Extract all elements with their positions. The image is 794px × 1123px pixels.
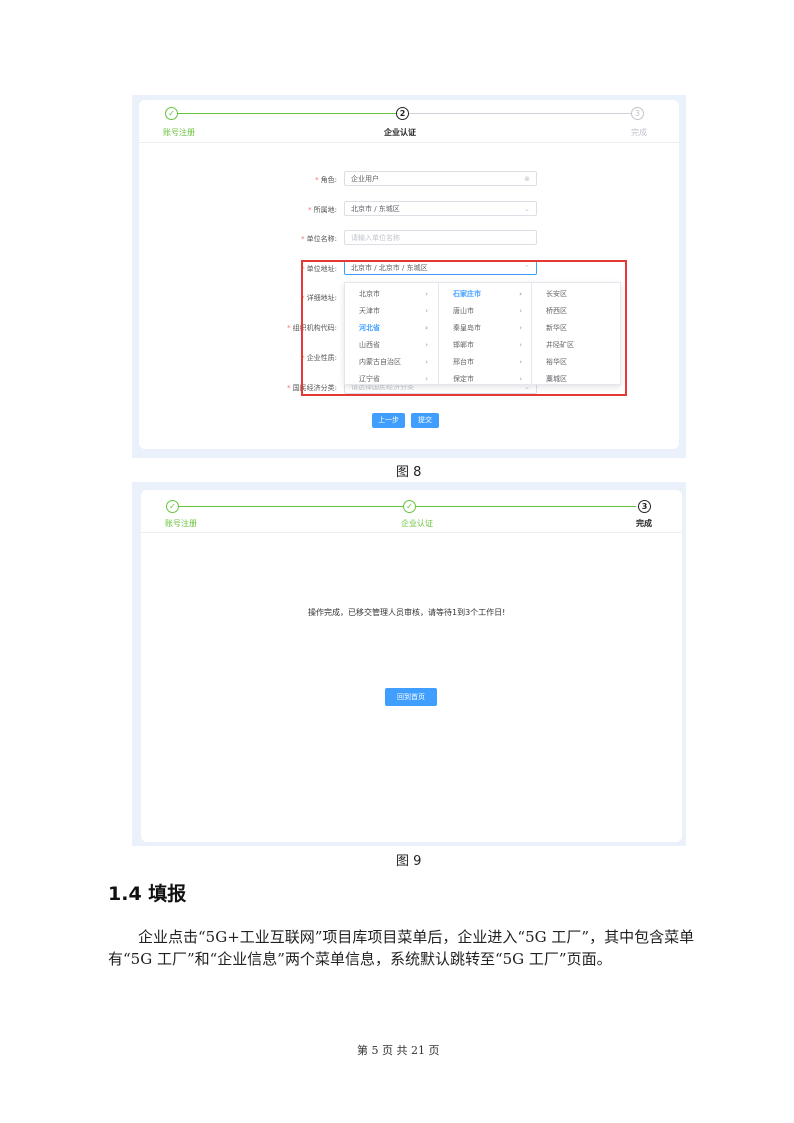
step-3-label: 完成 xyxy=(631,128,647,137)
step-line-2 xyxy=(416,506,636,507)
chevron-down-icon: ⌄ xyxy=(524,205,530,213)
step-2-number: 2 xyxy=(396,107,409,120)
step-1-check-icon: ✓ xyxy=(166,500,179,513)
section-paragraph: 企业点击“5G+工业互联网”项目库项目菜单后，企业进入“5G 工厂”，其中包含菜… xyxy=(108,928,695,968)
step-3-number: 3 xyxy=(638,500,651,513)
step-2-check-icon: ✓ xyxy=(403,500,416,513)
header-divider xyxy=(139,142,679,143)
success-message: 操作完成，已移交管理人员审核，请等待1到3个工作日! xyxy=(308,608,506,617)
region-select[interactable]: 北京市 / 东城区 ⌄ xyxy=(344,201,537,216)
step-2-label: 企业认证 xyxy=(401,519,433,528)
header-divider xyxy=(141,532,682,533)
figure-9-caption: 图 9 xyxy=(396,854,422,869)
step-line-1 xyxy=(179,506,403,507)
role-select[interactable]: 企业用户 ⊗ xyxy=(344,171,537,186)
step-line-1 xyxy=(177,113,402,114)
unit-name-label: * 单位名称: xyxy=(301,235,337,243)
step-3-label: 完成 xyxy=(636,519,652,528)
unit-name-input[interactable]: 请输入单位名称 xyxy=(344,230,537,245)
role-label: * 角色: xyxy=(315,176,337,184)
step-line-2 xyxy=(409,113,633,114)
step-1-label: 账号注册 xyxy=(165,519,197,528)
region-label: * 所属地: xyxy=(308,206,337,214)
step-3-number: 3 xyxy=(631,107,644,120)
page-footer: 第 5 页 共 21 页 xyxy=(357,1044,440,1057)
figure-8-caption: 图 8 xyxy=(396,465,422,480)
figure-9-screenshot: ✓ ✓ 3 账号注册 企业认证 完成 操作完成，已移交管理人员审核，请等待1到3… xyxy=(132,482,686,846)
back-home-button[interactable]: 回到首页 xyxy=(385,688,437,706)
highlight-box xyxy=(301,260,627,396)
figure-8-screenshot: ✓ 2 3 账号注册 企业认证 完成 * 角色: 企业用户 ⊗ * 所属地: 北京市 … xyxy=(132,95,686,458)
result-card: ✓ ✓ 3 账号注册 企业认证 完成 操作完成，已移交管理人员审核，请等待1到3… xyxy=(141,490,682,842)
submit-button[interactable]: 提交 xyxy=(411,413,439,428)
step-1-label: 账号注册 xyxy=(163,128,195,137)
step-2-label: 企业认证 xyxy=(384,128,416,137)
step-1-check-icon: ✓ xyxy=(165,107,178,120)
clear-icon[interactable]: ⊗ xyxy=(524,172,530,187)
section-heading: 1.4 填报 xyxy=(108,883,187,905)
prev-step-button[interactable]: 上一步 xyxy=(372,413,405,428)
